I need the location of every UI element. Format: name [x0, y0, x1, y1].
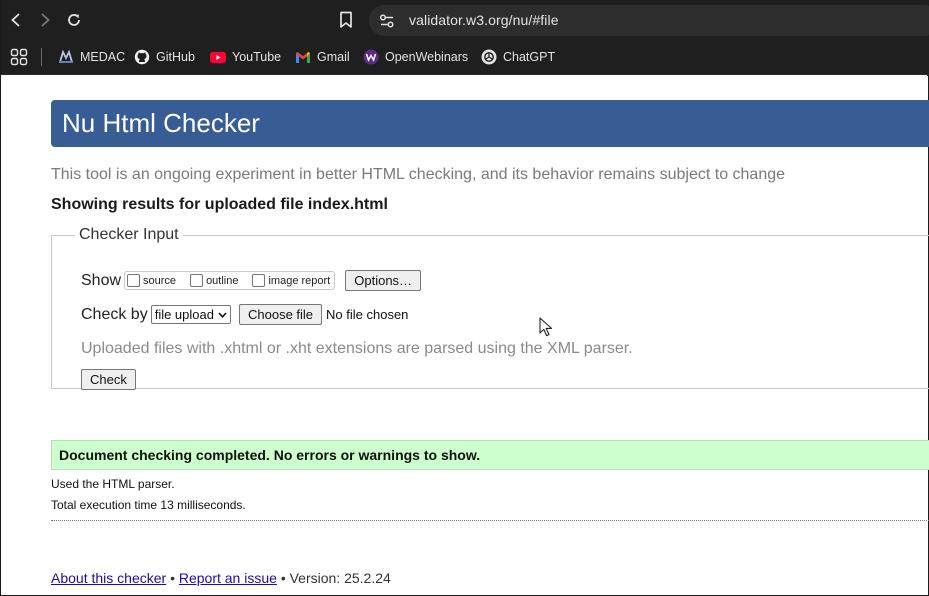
- checker-input-legend: Checker Input: [79, 226, 179, 243]
- options-button[interactable]: Options…: [345, 270, 422, 291]
- browser-toolbar: validator.w3.org/nu/#file: [1, 0, 929, 40]
- check-by-label: Check by: [81, 305, 148, 323]
- url-text[interactable]: validator.w3.org/nu/#file: [409, 12, 559, 28]
- no-file-chosen-text: No file chosen: [326, 307, 409, 322]
- show-options-group: source outline image report: [124, 271, 336, 290]
- results-heading: Showing results for uploaded file index.…: [51, 196, 388, 213]
- page-content: Nu Html Checker This tool is an ongoing …: [1, 76, 929, 595]
- back-button[interactable]: [5, 9, 27, 31]
- xml-parser-hint: Uploaded files with .xhtml or .xht exten…: [81, 340, 633, 357]
- bookmarks-bar: MEDAC GitHub YouTube Gmail OpenWebinars …: [1, 40, 929, 75]
- check-by-select[interactable]: file upload: [150, 305, 231, 324]
- reload-icon: [68, 14, 80, 26]
- github-icon: [134, 49, 150, 65]
- address-bar[interactable]: validator.w3.org/nu/#file: [369, 5, 929, 36]
- chevron-down-icon: [218, 311, 227, 318]
- footer: About this checker • Report an issue • V…: [51, 570, 391, 586]
- gmail-icon: [295, 49, 311, 65]
- chatgpt-icon: [481, 49, 497, 65]
- bookmark-youtube[interactable]: YouTube: [210, 48, 281, 66]
- report-issue-link[interactable]: Report an issue: [179, 570, 277, 586]
- dotted-divider: [51, 520, 929, 521]
- source-label: source: [143, 274, 177, 287]
- bookmark-medac[interactable]: MEDAC: [58, 48, 125, 66]
- version-text: • Version: 25.2.24: [280, 570, 391, 586]
- choose-file-button[interactable]: Choose file: [238, 304, 323, 325]
- bookmark-label: OpenWebinars: [385, 50, 469, 64]
- reload-button[interactable]: [63, 9, 85, 31]
- show-row: Show source outline image report Options…: [81, 270, 422, 291]
- openwebinars-icon: [363, 49, 379, 65]
- check-by-value: file upload: [154, 307, 214, 322]
- image-report-label: image report: [268, 274, 331, 287]
- bookmark-github[interactable]: GitHub: [134, 48, 195, 66]
- bookmark-label: Gmail: [317, 50, 350, 64]
- execution-time: Total execution time 13 milliseconds.: [51, 498, 246, 512]
- show-source-option[interactable]: source: [127, 274, 176, 287]
- forward-button[interactable]: [34, 9, 56, 31]
- forward-arrow-icon: [41, 13, 50, 27]
- footer-separator: •: [170, 570, 175, 586]
- bookmark-gmail[interactable]: Gmail: [295, 48, 350, 66]
- apps-grid-icon[interactable]: [10, 48, 28, 66]
- site-settings-icon[interactable]: [379, 13, 395, 29]
- bookmarks-divider: [41, 48, 42, 66]
- bookmark-page-icon[interactable]: [339, 11, 353, 29]
- bookmark-openwebinars[interactable]: OpenWebinars: [363, 48, 468, 66]
- success-message: Document checking completed. No errors o…: [51, 440, 929, 470]
- check-by-row: Check by file upload Choose file No file…: [81, 304, 408, 325]
- page-title-bar: Nu Html Checker: [51, 100, 929, 147]
- source-checkbox[interactable]: [127, 274, 141, 287]
- bookmark-label: YouTube: [232, 50, 282, 64]
- medac-icon: [58, 49, 74, 65]
- image-report-checkbox[interactable]: [252, 274, 266, 287]
- mouse-cursor-icon: [539, 317, 553, 337]
- show-image-report-option[interactable]: image report: [252, 274, 330, 287]
- bookmark-label: ChatGPT: [503, 50, 556, 64]
- youtube-icon: [210, 49, 226, 65]
- back-arrow-icon: [11, 13, 20, 27]
- outline-checkbox[interactable]: [190, 274, 204, 287]
- show-label: Show: [81, 271, 122, 289]
- bookmark-label: MEDAC: [80, 50, 126, 64]
- show-outline-option[interactable]: outline: [190, 274, 238, 287]
- page-title: Nu Html Checker: [62, 108, 260, 138]
- intro-text: This tool is an ongoing experiment in be…: [51, 166, 786, 183]
- bookmark-label: GitHub: [156, 50, 195, 64]
- outline-label: outline: [206, 274, 239, 287]
- parser-info: Used the HTML parser.: [51, 477, 175, 491]
- about-checker-link[interactable]: About this checker: [51, 570, 166, 586]
- bookmark-chatgpt[interactable]: ChatGPT: [481, 48, 555, 66]
- checker-input-fieldset: Checker Input Show source outline image …: [51, 226, 929, 390]
- check-button[interactable]: Check: [81, 369, 136, 390]
